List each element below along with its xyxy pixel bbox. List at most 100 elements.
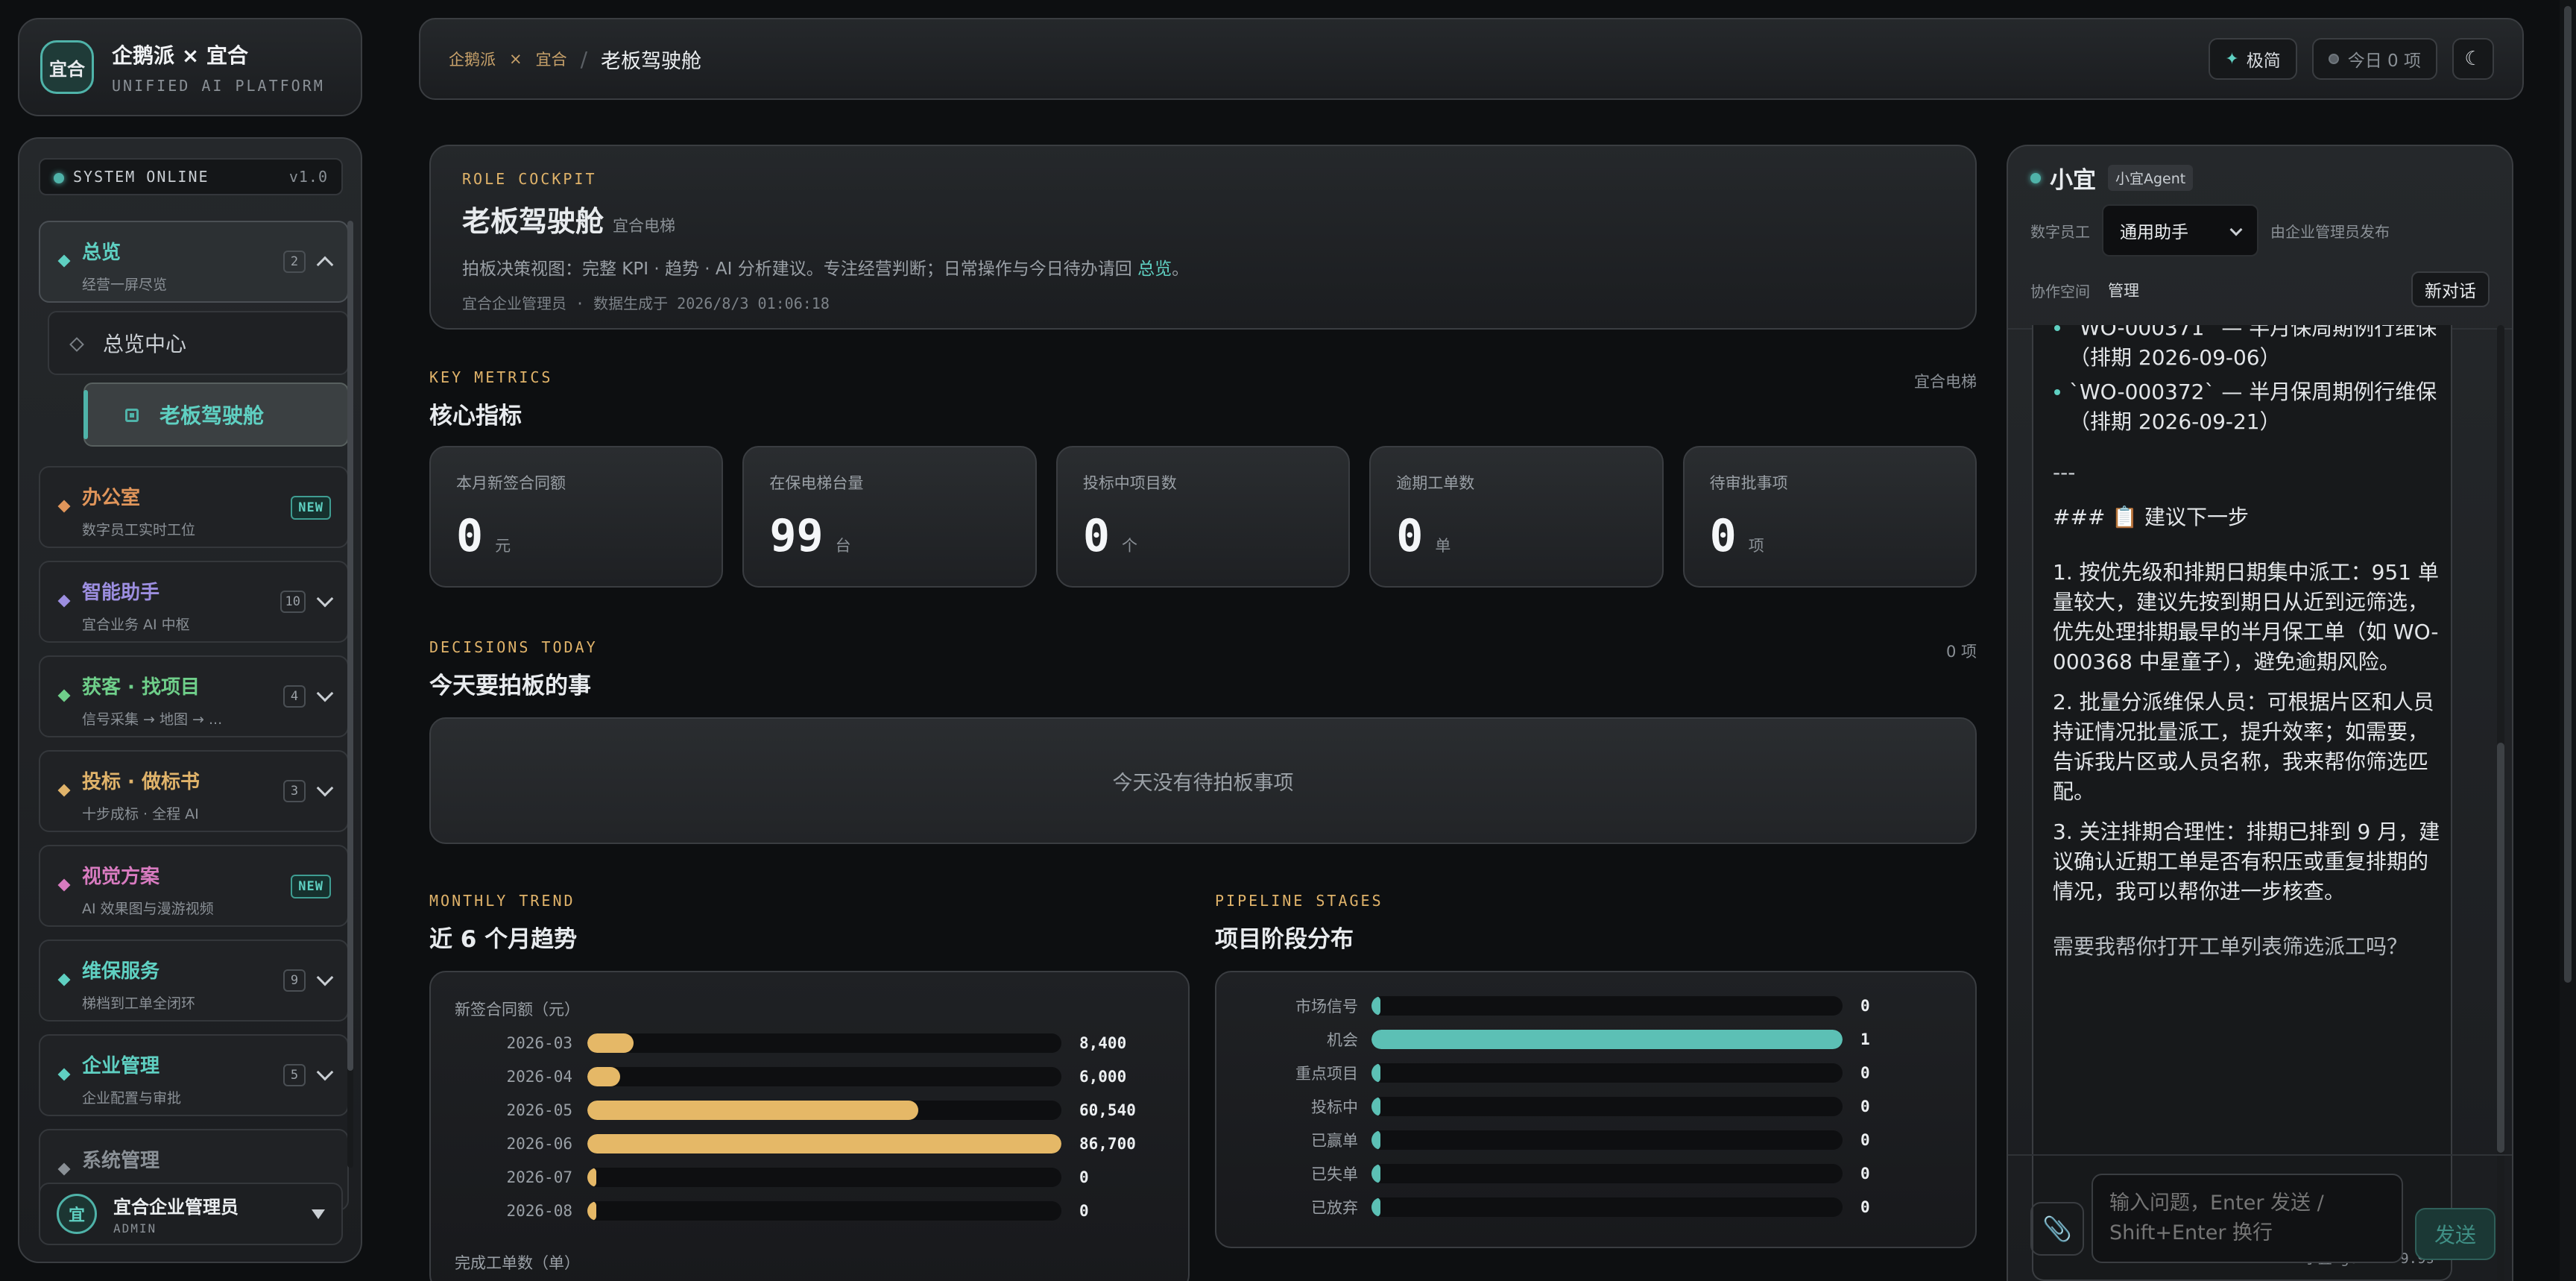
caret-down-icon[interactable] [312, 1209, 325, 1219]
employee-select[interactable]: 通用助手 [2102, 204, 2258, 256]
square-icon [125, 409, 139, 422]
company-label: 宜合电梯 [613, 217, 676, 235]
kpi-unit: 单 [1435, 537, 1451, 555]
kpi-card-new-contracts[interactable]: 本月新签合同额 0元 [429, 446, 724, 588]
kpi-value: 0 [1709, 510, 1737, 562]
manage-link[interactable]: 管理 [2108, 279, 2139, 301]
breadcrumb-brand[interactable]: 企鹅派 [449, 48, 496, 70]
user-card[interactable]: 宜 宜合企业管理员 ADMIN [39, 1183, 343, 1245]
paperclip-icon[interactable]: 📎 [2030, 1202, 2084, 1256]
sidebar-item-visual[interactable]: 视觉方案 AI 效果图与漫游视频 NEW [39, 845, 349, 927]
message-paragraph: 3. 关注排期合理性：排期已排到 9 月，建议确认近期工单是否有积压或重复排期的… [2053, 819, 2440, 904]
kpi-card-elevators[interactable]: 在保电梯台量 99 台 [742, 446, 1037, 588]
chat-input[interactable] [2092, 1174, 2403, 1263]
chevron-down-icon[interactable] [316, 779, 334, 797]
chevron-down-icon[interactable] [316, 684, 334, 702]
bar-value-label: 8,400 [1079, 1034, 1127, 1052]
employee-row: 数字员工 通用助手 由企业管理员发布 [2030, 204, 2390, 256]
diamond-icon [57, 500, 71, 513]
bar [587, 1168, 596, 1187]
bar [1371, 1030, 1843, 1049]
sidebar-item-desc: 经营一屏尽览 [82, 277, 168, 293]
kpi-card-approvals[interactable]: 待审批事项 0项 [1682, 446, 1977, 588]
bar [1371, 1197, 1380, 1217]
kpi-card-bidding[interactable]: 投标中项目数 0个 [1055, 446, 1351, 588]
page-scroll-thumb[interactable] [2564, 6, 2572, 983]
breadcrumb-company[interactable]: 宜合 [536, 48, 567, 70]
sidebar-item-leads[interactable]: 获客 · 找项目 信号采集 → 地图 → ... 4 [39, 655, 349, 737]
bar-category-label: 已失单 [1311, 1165, 1358, 1183]
bar-track [1371, 996, 1843, 1016]
sidebar-item-overview[interactable]: 总览 经营一屏尽览 2 [39, 221, 349, 303]
overview-link[interactable]: 总览 [1137, 259, 1172, 279]
bar-value-label: 0 [1860, 1165, 1870, 1183]
decisions-count: 0 项 [1945, 643, 1977, 661]
bar-track [1371, 1063, 1843, 1083]
bar-category-label: 重点项目 [1295, 1065, 1358, 1083]
sidebar-item-desc: 梯档到工单全闭环 [82, 995, 196, 1012]
sidebar-item-desc: 信号采集 → 地图 → ... [82, 711, 223, 728]
user-role: ADMIN [113, 1221, 157, 1236]
bar-value-label: 86,700 [1079, 1135, 1136, 1153]
kpi-card-overdue[interactable]: 逾期工单数 0单 [1369, 446, 1664, 588]
sidebar-subitem-boss-cockpit[interactable]: 老板驾驶舱 [83, 383, 349, 447]
bar [587, 1201, 596, 1221]
sidebar-scroll-thumb[interactable] [347, 221, 353, 1071]
workspace-label: 协作空间 [2030, 282, 2090, 300]
nav-list: 总览 经营一屏尽览 2 总览中心 老板驾驶舱 办公室 数字员工实时工位 NEW … [39, 221, 349, 1224]
diamond-outline-icon [69, 337, 84, 352]
kpi-row: 本月新签合同额 0元 在保电梯台量 99 台 投标中项目数 0个 逾期工单数 0单… [429, 446, 1977, 588]
subitem-label: 老板驾驶舱 [160, 403, 265, 428]
metrics-eyebrow: KEY METRICS [429, 368, 553, 386]
sidebar-item-desc: 宜合业务 AI 中枢 [82, 617, 190, 633]
sidebar-item-office[interactable]: 办公室 数字员工实时工位 NEW [39, 466, 349, 548]
assistant-message: `WO-000371` — 半月保周期例行维保（排期 2026-09-06） `… [2032, 325, 2452, 1281]
page-title-text: 老板驾驶舱 [462, 205, 604, 238]
agent-name: 小宜 [2050, 167, 2096, 194]
bar-track [587, 1101, 1061, 1120]
bar-category-label: 2026-04 [506, 1068, 572, 1086]
bar-category-label: 2026-05 [506, 1101, 572, 1119]
sidebar-item-desc: 十步成标 · 全程 AI [82, 806, 199, 822]
chat-scrollbar[interactable] [2497, 325, 2504, 1281]
sidebar-scrollbar[interactable] [347, 221, 353, 1168]
sidebar-subitem-overview-center[interactable]: 总览中心 [48, 311, 349, 375]
sidebar-item-maintenance[interactable]: 维保服务 梯档到工单全闭环 9 [39, 939, 349, 1022]
sidebar-item-assistant[interactable]: 智能助手 宜合业务 AI 中枢 10 [39, 561, 349, 643]
theme-toggle-button[interactable]: ☾ [2452, 38, 2494, 80]
new-chat-button[interactable]: 新对话 [2411, 271, 2490, 307]
system-status-bar: SYSTEM ONLINE v1.0 [39, 158, 343, 195]
chevron-down-icon[interactable] [316, 590, 334, 608]
trend-chart-caption: 新签合同额（元） [455, 1001, 580, 1019]
cockpit-desc-text: 拍板决策视图：完整 KPI · 趋势 · AI 分析建议。专注经营判断；日常操作… [462, 259, 1132, 279]
decisions-section-header: DECISIONS TODAY 今天要拍板的事 0 项 [429, 638, 1977, 700]
chevron-down-icon[interactable] [316, 969, 334, 986]
workspace-row: 协作空间 管理 [2030, 279, 2139, 301]
bar-value-label: 0 [1079, 1202, 1089, 1220]
metrics-aside: 宜合电梯 [1914, 373, 1977, 391]
sidebar-item-bidding[interactable]: 投标 · 做标书 十步成标 · 全程 AI 3 [39, 750, 349, 832]
kpi-value: 0 [1396, 510, 1424, 562]
bar-row: 投标中 0 [1239, 1095, 1870, 1118]
chat-scroll-thumb[interactable] [2497, 743, 2504, 1153]
bar-value-label: 0 [1860, 1131, 1870, 1149]
sidebar-item-enterprise[interactable]: 企业管理 企业配置与审批 5 [39, 1034, 349, 1116]
bar [587, 1134, 1061, 1153]
bar-track [587, 1134, 1061, 1153]
bar [587, 1101, 919, 1120]
pipeline-chart: 市场信号 0 机会 1 重点项目 0 投标中 0 已赢单 0 已失单 0 已放弃 0 [1215, 971, 1977, 1248]
chevron-up-icon[interactable] [316, 256, 334, 274]
send-button[interactable]: 发送 [2415, 1208, 2496, 1260]
trend-eyebrow: MONTHLY TREND [429, 892, 575, 910]
minimal-mode-button[interactable]: ✦ 极简 [2209, 38, 2297, 80]
page-scrollbar[interactable] [2560, 0, 2576, 1281]
today-tasks-button[interactable]: 今日 0 项 [2311, 38, 2437, 80]
trend-section-header: MONTHLY TREND 近 6 个月趋势 [429, 892, 1190, 954]
bar [1371, 1130, 1380, 1150]
bar-row: 2026-07 0 [455, 1168, 1089, 1187]
brand-header: 宜合 企鹅派 × 宜合 UNIFIED AI PLATFORM [18, 18, 362, 116]
minimal-mode-label: 极简 [2246, 51, 2281, 71]
today-tasks-label: 今日 0 项 [2347, 51, 2421, 71]
message-paragraph: 需要我帮你打开工单列表筛选派工吗？ [2053, 934, 2408, 959]
chevron-down-icon[interactable] [316, 1063, 334, 1081]
